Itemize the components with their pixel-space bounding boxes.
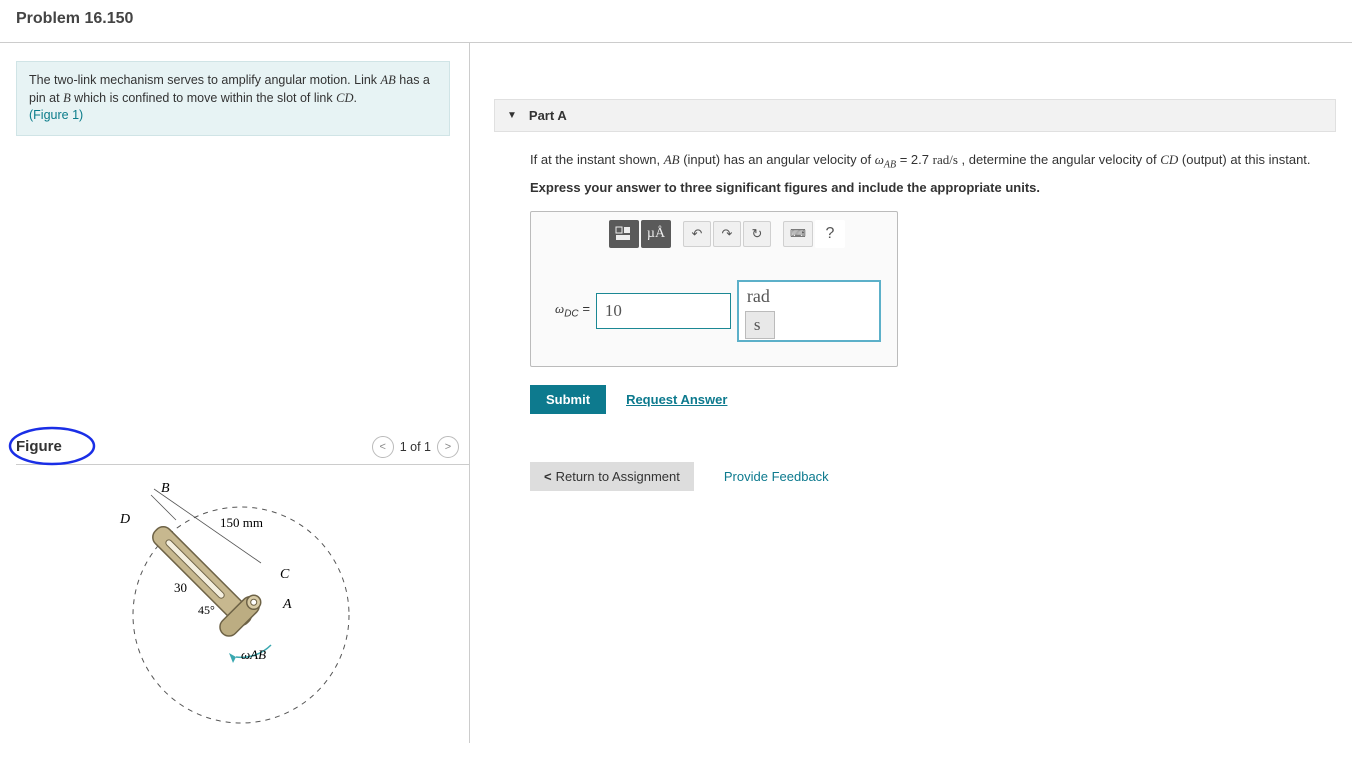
answer-widget: µÅ ↶ ↷ ↻ ⌨ ? ωDC = rad s: [530, 211, 898, 367]
figure-link[interactable]: (Figure 1): [29, 108, 83, 122]
svg-text:150 mm: 150 mm: [220, 515, 263, 530]
figure-title: Figure: [16, 438, 62, 455]
svg-text:ωAB: ωAB: [241, 647, 266, 662]
svg-text:30: 30: [174, 580, 187, 595]
part-a-title: Part A: [529, 108, 567, 123]
answer-label: ωDC =: [555, 301, 590, 320]
submit-button[interactable]: Submit: [530, 385, 606, 414]
value-input[interactable]: [596, 293, 731, 329]
problem-title: Problem 16.150: [16, 10, 1336, 28]
problem-prompt: The two-link mechanism serves to amplify…: [16, 61, 450, 136]
svg-text:D: D: [119, 512, 130, 527]
svg-text:45°: 45°: [198, 603, 215, 617]
svg-text:B: B: [161, 481, 170, 496]
unit-numerator[interactable]: rad: [739, 282, 879, 311]
collapse-icon[interactable]: ▼: [507, 110, 517, 121]
templates-button[interactable]: [609, 220, 639, 248]
undo-button[interactable]: ↶: [683, 221, 711, 247]
right-column: ▼ Part A If at the instant shown, AB (in…: [470, 43, 1352, 743]
chevron-left-icon: <: [544, 469, 552, 484]
figure-pager: < 1 of 1 >: [372, 436, 459, 458]
help-button[interactable]: ?: [815, 220, 845, 248]
return-button[interactable]: < Return to Assignment: [530, 462, 694, 491]
problem-header: Problem 16.150: [0, 0, 1352, 43]
keyboard-button[interactable]: ⌨: [783, 221, 813, 247]
pager-text: 1 of 1: [400, 440, 431, 454]
request-answer-link[interactable]: Request Answer: [626, 392, 727, 407]
instructions: Express your answer to three significant…: [530, 180, 1336, 195]
pager-next-button[interactable]: >: [437, 436, 459, 458]
svg-text:C: C: [280, 567, 290, 582]
left-column: The two-link mechanism serves to amplify…: [0, 43, 470, 743]
svg-text:A: A: [282, 597, 292, 612]
unit-denominator[interactable]: s: [745, 311, 775, 339]
question-text: If at the instant shown, AB (input) has …: [530, 150, 1336, 174]
units-input[interactable]: rad s: [737, 280, 881, 342]
units-button[interactable]: µÅ: [641, 220, 671, 248]
reset-button[interactable]: ↻: [743, 221, 771, 247]
part-a-header[interactable]: ▼ Part A: [494, 99, 1336, 132]
answer-toolbar: µÅ ↶ ↷ ↻ ⌨ ?: [531, 212, 897, 256]
figure-section: Figure < 1 of 1 >: [16, 436, 469, 725]
feedback-link[interactable]: Provide Feedback: [724, 469, 829, 484]
figure-diagram: B D 150 mm C A 30 45° ωAB: [106, 475, 366, 725]
redo-button[interactable]: ↷: [713, 221, 741, 247]
pager-prev-button[interactable]: <: [372, 436, 394, 458]
